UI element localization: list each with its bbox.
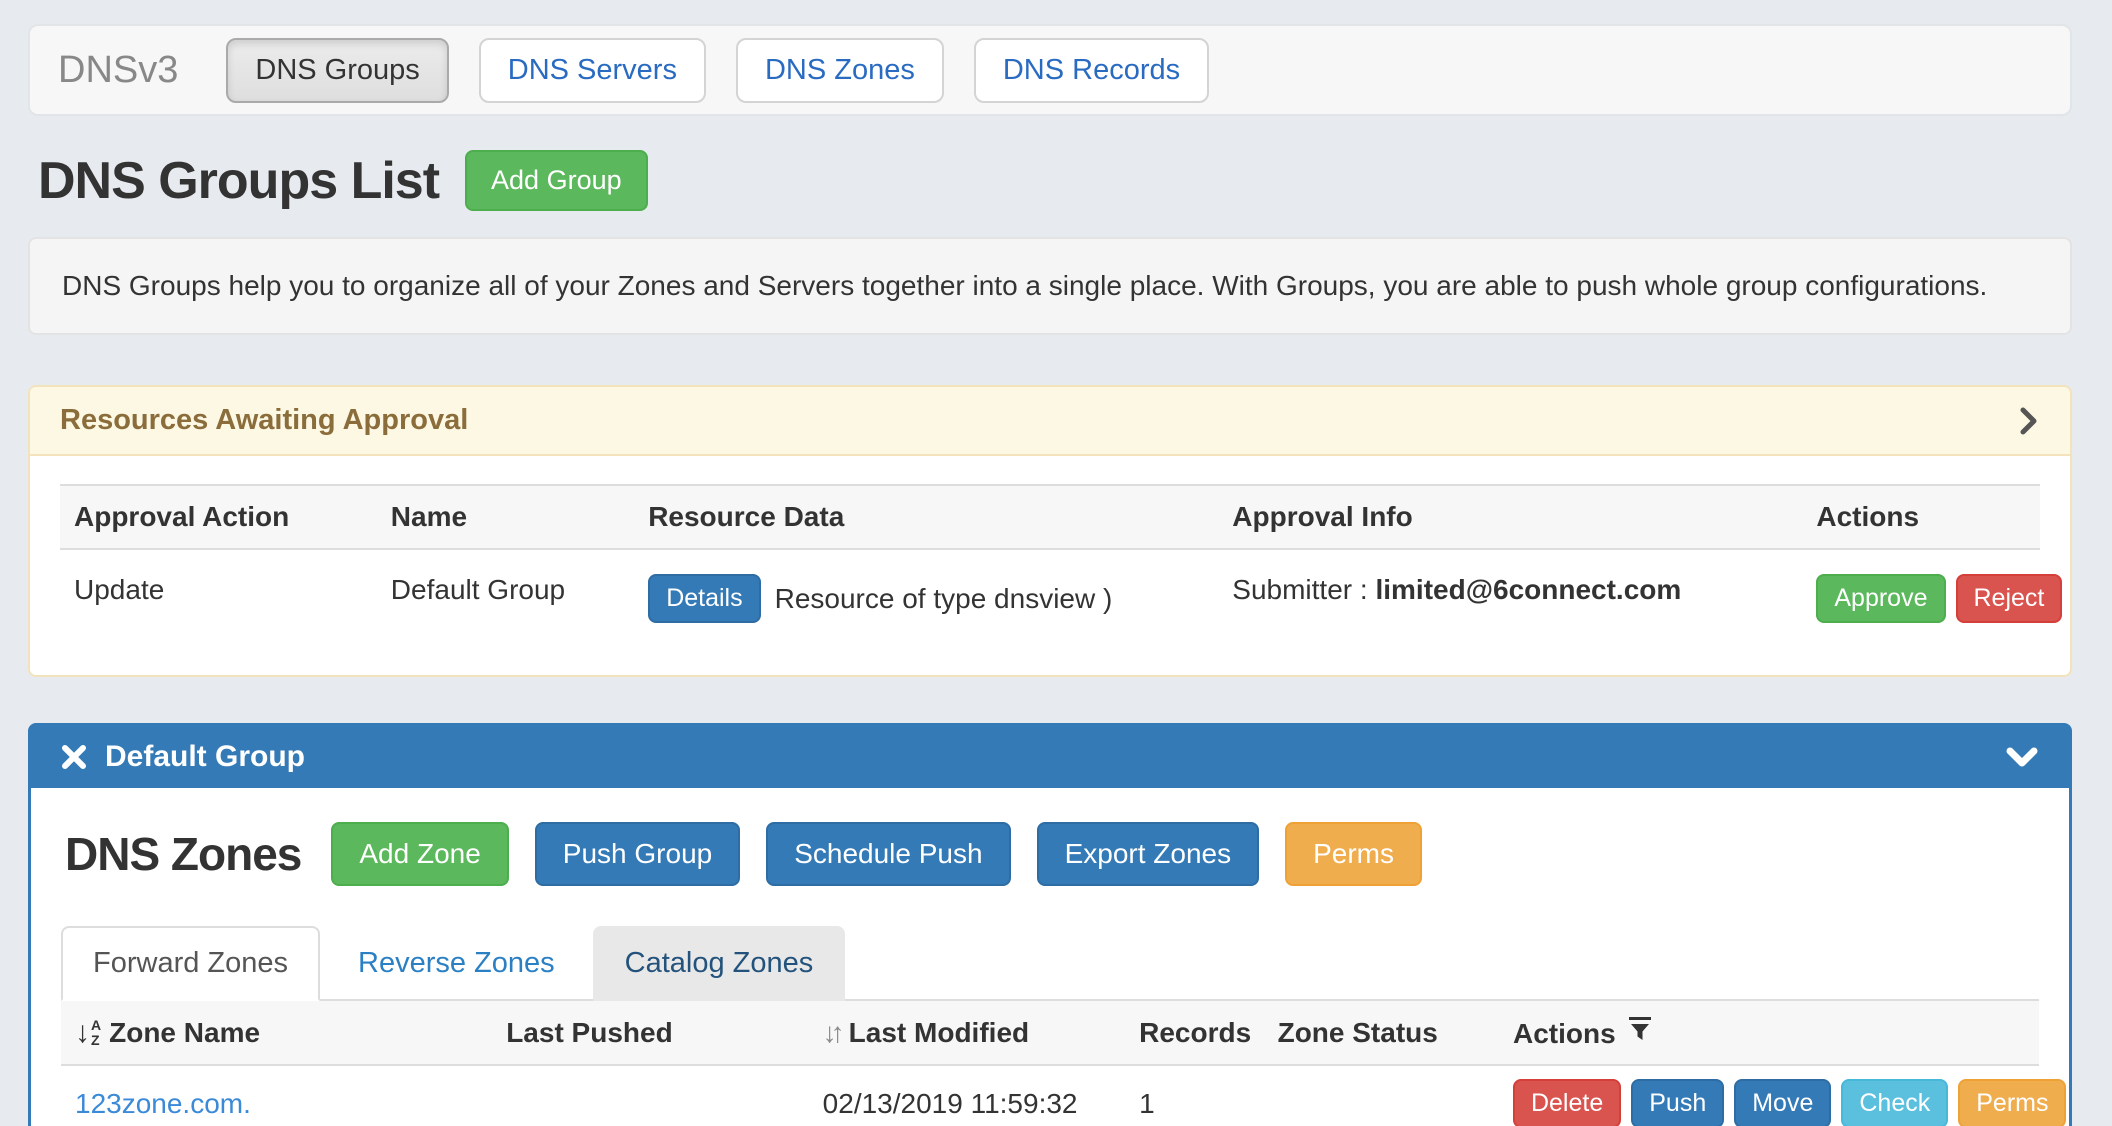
col-name: Name bbox=[377, 485, 634, 549]
description-well: DNS Groups help you to organize all of y… bbox=[28, 237, 2072, 335]
resource-text: Resource of type dnsview ) bbox=[775, 583, 1113, 615]
col-zone-name[interactable]: ↓AZZone Name bbox=[61, 1001, 492, 1065]
zone-name-cell: 123zone.com. bbox=[61, 1065, 492, 1126]
approval-panel-header[interactable]: Resources Awaiting Approval bbox=[30, 387, 2070, 456]
col-approval-info: Approval Info bbox=[1218, 485, 1802, 549]
last-modified-cell: 02/13/2019 11:59:32 bbox=[809, 1065, 1125, 1126]
col-last-modified[interactable]: ↓↑Last Modified bbox=[809, 1001, 1125, 1065]
col-actions: Actions bbox=[1802, 485, 2040, 549]
export-zones-button[interactable]: Export Zones bbox=[1037, 822, 1260, 886]
col-approval-action: Approval Action bbox=[60, 485, 377, 549]
top-navbar: DNSv3 DNS Groups DNS Servers DNS Zones D… bbox=[28, 24, 2072, 116]
approval-name-cell: Default Group bbox=[377, 549, 634, 623]
reject-button[interactable]: Reject bbox=[1956, 574, 2063, 623]
add-zone-button[interactable]: Add Zone bbox=[331, 822, 508, 886]
tab-forward-zones[interactable]: Forward Zones bbox=[61, 926, 320, 1001]
approval-panel: Resources Awaiting Approval Approval Act… bbox=[28, 385, 2072, 677]
zone-perms-button[interactable]: Perms bbox=[1958, 1079, 2066, 1126]
col-zone-actions[interactable]: Actions bbox=[1499, 1001, 2039, 1065]
zones-tabs: Forward Zones Reverse Zones Catalog Zone… bbox=[61, 926, 2039, 1001]
approval-table-header-row: Approval Action Name Resource Data Appro… bbox=[60, 485, 2040, 549]
last-pushed-cell bbox=[492, 1065, 808, 1126]
chevron-down-icon[interactable] bbox=[2005, 745, 2039, 769]
title-row: DNS Groups List Add Group bbox=[38, 150, 2072, 211]
details-button[interactable]: Details bbox=[648, 574, 760, 623]
approve-button[interactable]: Approve bbox=[1816, 574, 1945, 623]
col-last-pushed[interactable]: Last Pushed bbox=[492, 1001, 808, 1065]
records-cell: 1 bbox=[1125, 1065, 1263, 1126]
page-title: DNS Groups List bbox=[38, 151, 439, 211]
col-zone-status[interactable]: Zone Status bbox=[1264, 1001, 1499, 1065]
nav-dns-groups[interactable]: DNS Groups bbox=[226, 38, 448, 103]
zone-push-button[interactable]: Push bbox=[1631, 1079, 1724, 1126]
group-panel-title: Default Group bbox=[105, 740, 305, 774]
tab-catalog-zones[interactable]: Catalog Zones bbox=[593, 926, 846, 1001]
perms-button[interactable]: Perms bbox=[1285, 822, 1422, 886]
approval-resource-cell: Details Resource of type dnsview ) bbox=[634, 549, 1218, 623]
zone-delete-button[interactable]: Delete bbox=[1513, 1079, 1621, 1126]
sort-icon[interactable]: ↓↑ bbox=[823, 1017, 839, 1048]
nav-dns-records[interactable]: DNS Records bbox=[974, 38, 1209, 103]
schedule-push-button[interactable]: Schedule Push bbox=[766, 822, 1010, 886]
app-brand: DNSv3 bbox=[58, 49, 178, 92]
group-panel: Default Group DNS Zones Add Zone Push Gr… bbox=[28, 723, 2072, 1126]
zones-table-header-row: ↓AZZone Name Last Pushed ↓↑Last Modified… bbox=[61, 1001, 2039, 1065]
approval-actions-cell: Approve Reject bbox=[1802, 549, 2040, 623]
zones-table: ↓AZZone Name Last Pushed ↓↑Last Modified… bbox=[61, 1001, 2039, 1126]
zones-toolbar: DNS Zones Add Zone Push Group Schedule P… bbox=[65, 822, 2039, 886]
zones-heading: DNS Zones bbox=[65, 827, 301, 881]
submitter-email: limited@6connect.com bbox=[1375, 574, 1681, 605]
col-records[interactable]: Records bbox=[1125, 1001, 1263, 1065]
zone-move-button[interactable]: Move bbox=[1734, 1079, 1831, 1126]
zone-check-button[interactable]: Check bbox=[1841, 1079, 1948, 1126]
group-panel-body: DNS Zones Add Zone Push Group Schedule P… bbox=[31, 788, 2069, 1126]
close-icon[interactable] bbox=[61, 744, 87, 770]
nav-dns-zones[interactable]: DNS Zones bbox=[736, 38, 944, 103]
group-panel-header[interactable]: Default Group bbox=[31, 726, 2069, 788]
push-group-button[interactable]: Push Group bbox=[535, 822, 740, 886]
add-group-button[interactable]: Add Group bbox=[465, 150, 648, 211]
zone-status-cell bbox=[1264, 1065, 1499, 1126]
approval-info-cell: Submitter : limited@6connect.com bbox=[1218, 549, 1802, 623]
approval-row: Update Default Group Details Resource of… bbox=[60, 549, 2040, 623]
approval-panel-title: Resources Awaiting Approval bbox=[60, 404, 468, 437]
sort-alpha-icon[interactable]: ↓AZ bbox=[75, 1018, 101, 1048]
approval-panel-body: Approval Action Name Resource Data Appro… bbox=[30, 456, 2070, 675]
col-resource-data: Resource Data bbox=[634, 485, 1218, 549]
page-root: DNSv3 DNS Groups DNS Servers DNS Zones D… bbox=[0, 0, 2112, 1126]
zone-link[interactable]: 123zone.com. bbox=[75, 1088, 251, 1119]
approval-table: Approval Action Name Resource Data Appro… bbox=[60, 484, 2040, 623]
zone-actions-cell: Delete Push Move Check Perms bbox=[1499, 1065, 2039, 1126]
approval-action-cell: Update bbox=[60, 549, 377, 623]
nav-dns-servers[interactable]: DNS Servers bbox=[479, 38, 706, 103]
chevron-right-icon[interactable] bbox=[2016, 406, 2040, 436]
filter-icon[interactable] bbox=[1628, 1015, 1652, 1043]
tab-reverse-zones[interactable]: Reverse Zones bbox=[326, 926, 587, 1001]
submitter-label: Submitter : bbox=[1232, 574, 1367, 605]
zone-row-123zone: 123zone.com. 02/13/2019 11:59:32 1 Delet… bbox=[61, 1065, 2039, 1126]
